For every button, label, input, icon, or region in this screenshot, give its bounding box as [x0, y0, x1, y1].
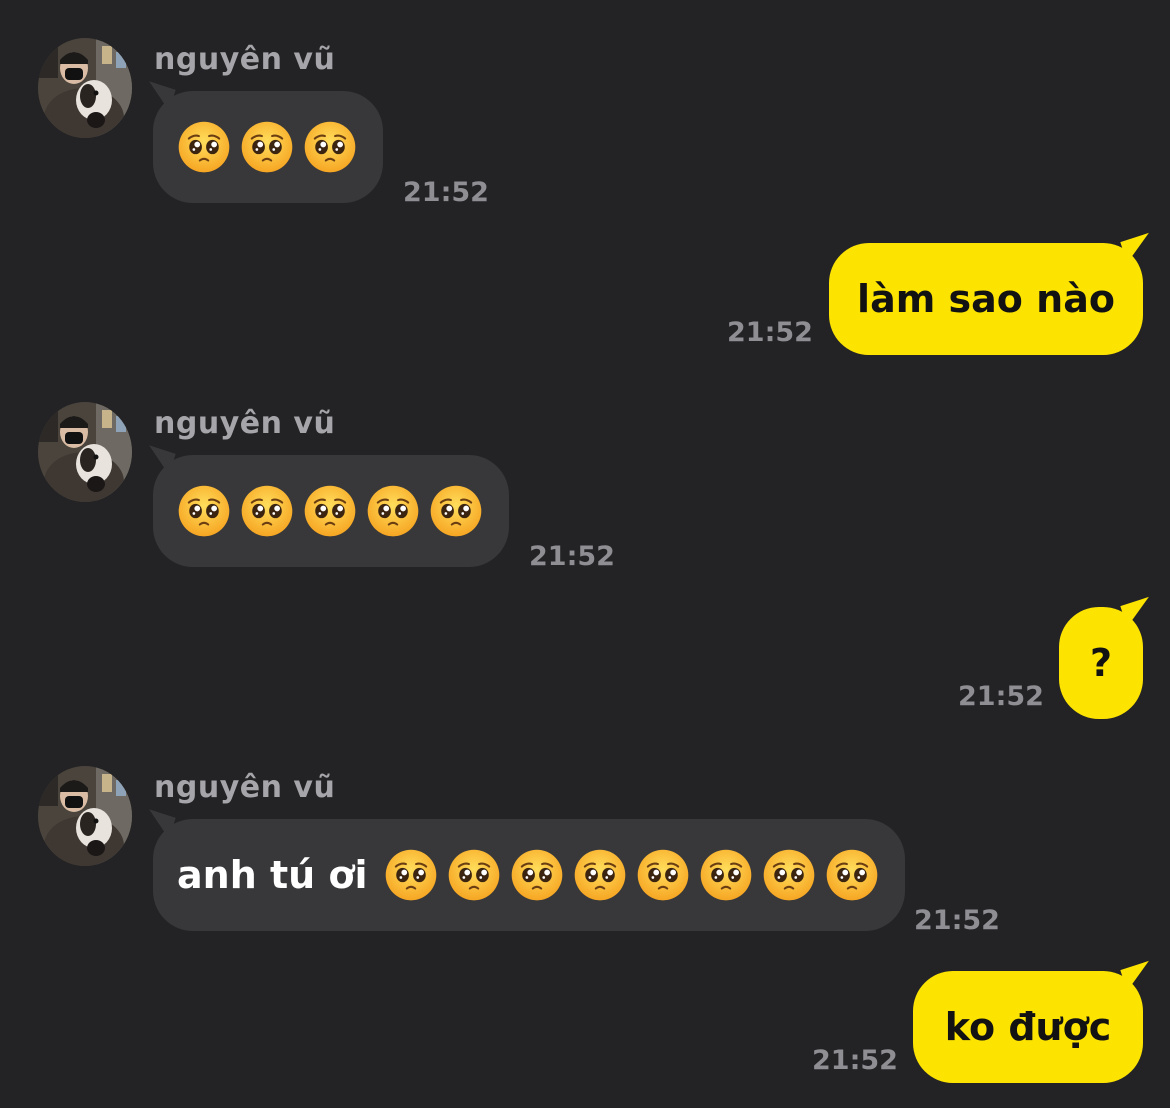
message-text: ko được: [944, 1005, 1112, 1049]
message-text: anh tú ơi: [177, 853, 368, 897]
bubble-tail: [142, 445, 176, 475]
pleading-face-emoji: [303, 120, 357, 174]
avatar-photo: [38, 402, 132, 502]
message-timestamp: 21:52: [403, 177, 489, 208]
message-text: làm sao nào: [857, 277, 1115, 321]
pleading-face-emoji: [177, 484, 231, 538]
sender-name: nguyên vũ: [154, 42, 336, 77]
incoming-message-bubble[interactable]: [142, 445, 509, 567]
message-text: ?: [1089, 641, 1113, 685]
pleading-face-emoji: [447, 848, 501, 902]
incoming-message-bubble[interactable]: anh tú ơi: [142, 809, 905, 931]
message-timestamp: 21:52: [958, 681, 1044, 712]
pleading-face-emoji: [825, 848, 879, 902]
pleading-face-emoji: [303, 484, 357, 538]
bubble-tail: [142, 81, 176, 111]
sender-name: nguyên vũ: [154, 406, 336, 441]
pleading-face-emoji: [636, 848, 690, 902]
sender-avatar[interactable]: [38, 766, 132, 866]
emoji-row: [177, 120, 357, 174]
avatar-photo: [38, 38, 132, 138]
outgoing-message-bubble[interactable]: làm sao nào: [829, 232, 1156, 355]
sender-avatar[interactable]: [38, 38, 132, 138]
sender-avatar[interactable]: [38, 402, 132, 502]
pleading-face-emoji: [510, 848, 564, 902]
pleading-face-emoji: [699, 848, 753, 902]
pleading-face-emoji: [573, 848, 627, 902]
incoming-message-bubble[interactable]: [142, 81, 383, 203]
message-timestamp: 21:52: [727, 317, 813, 348]
bubble-tail: [1120, 596, 1156, 628]
sender-name: nguyên vũ: [154, 770, 336, 805]
pleading-face-emoji: [240, 120, 294, 174]
outgoing-message-bubble[interactable]: ?: [1059, 596, 1156, 719]
pleading-face-emoji: [240, 484, 294, 538]
bubble-tail: [1120, 232, 1156, 264]
outgoing-message-bubble[interactable]: ko được: [913, 960, 1156, 1083]
message-timestamp: 21:52: [812, 1045, 898, 1076]
avatar-photo: [38, 766, 132, 866]
message-timestamp: 21:52: [529, 541, 615, 572]
emoji-row: [384, 848, 879, 902]
message-timestamp: 21:52: [914, 905, 1000, 936]
bubble-tail: [1120, 960, 1156, 992]
bubble-tail: [142, 809, 176, 839]
pleading-face-emoji: [429, 484, 483, 538]
pleading-face-emoji: [384, 848, 438, 902]
pleading-face-emoji: [177, 120, 231, 174]
emoji-row: [177, 484, 483, 538]
pleading-face-emoji: [366, 484, 420, 538]
pleading-face-emoji: [762, 848, 816, 902]
